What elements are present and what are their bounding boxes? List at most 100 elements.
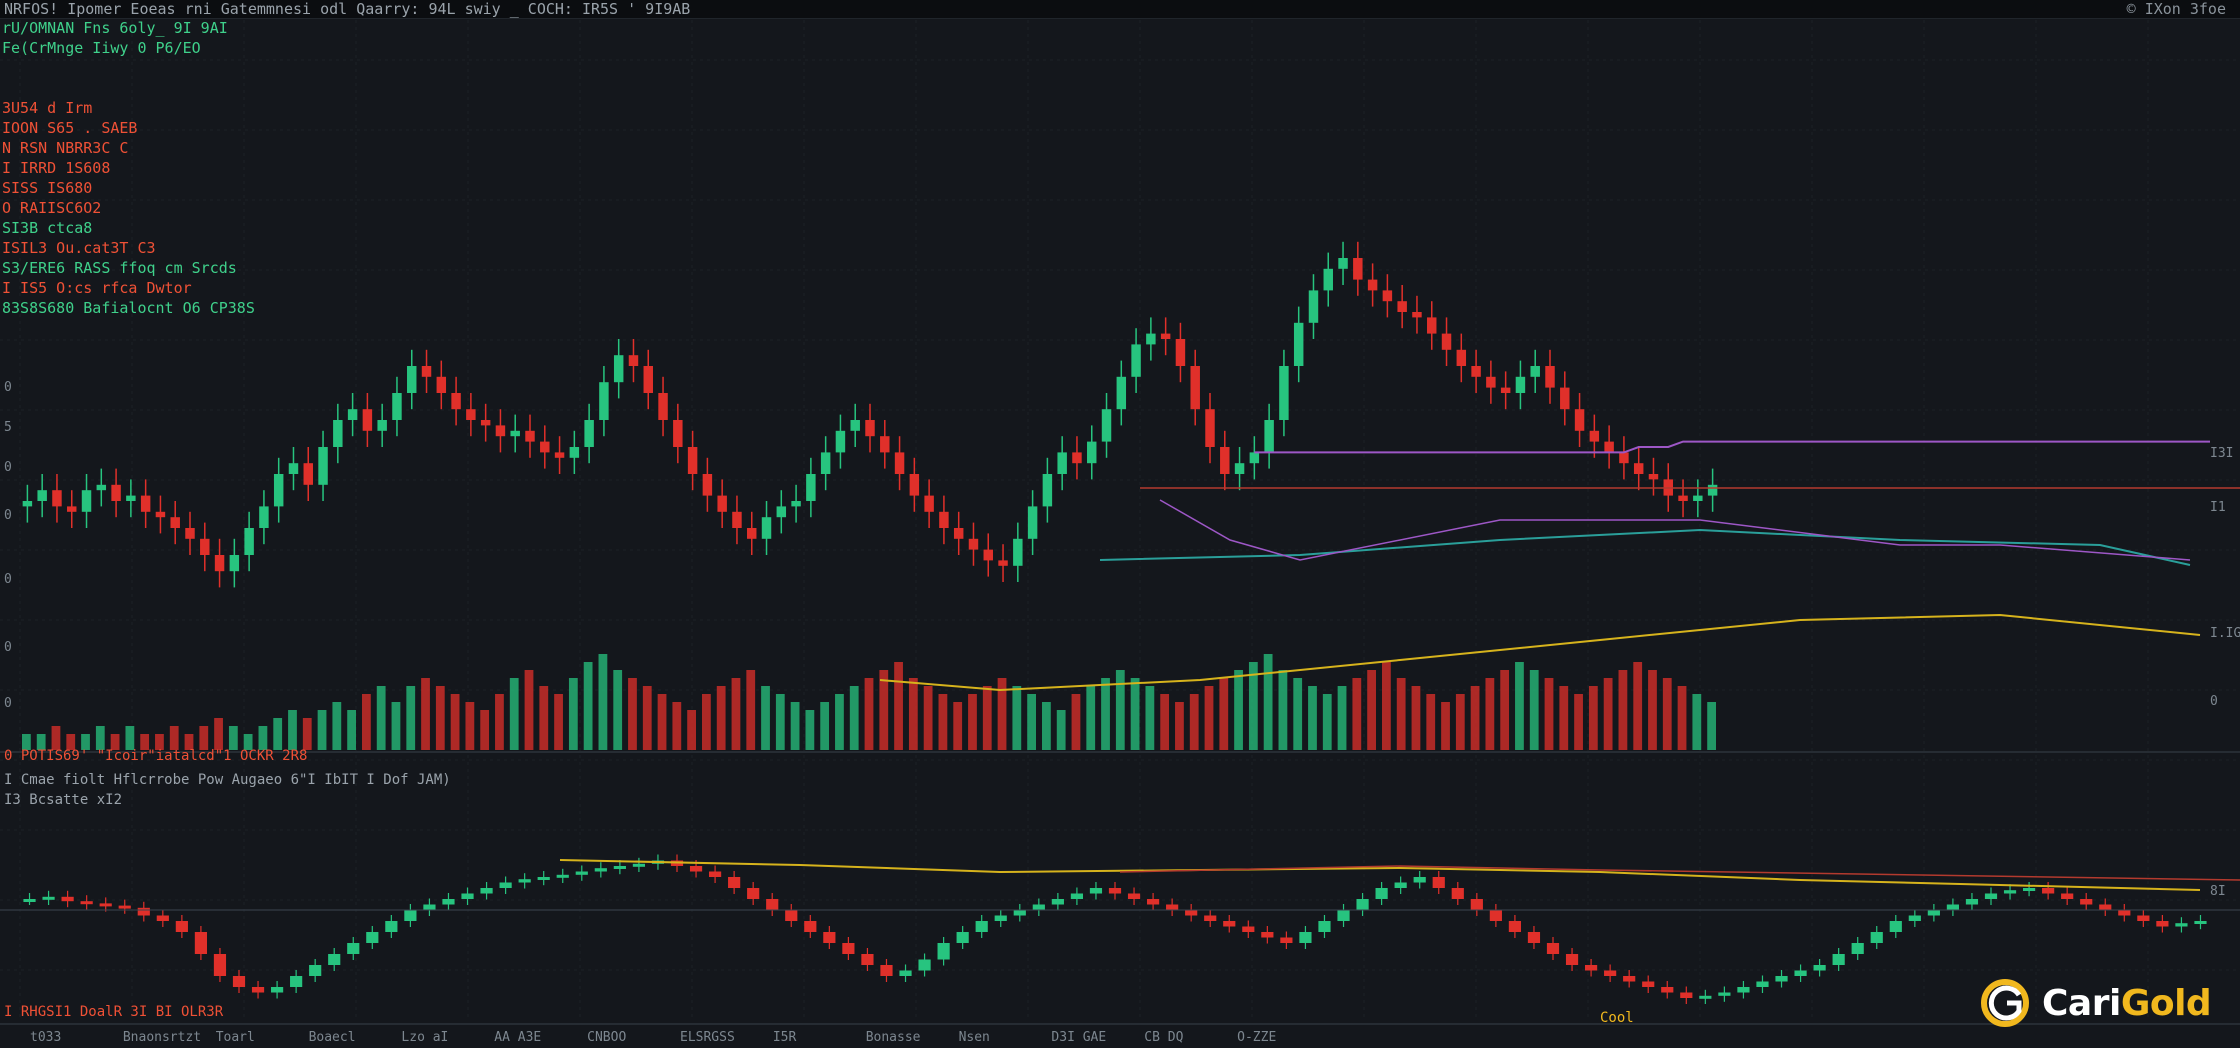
candle-body (761, 517, 772, 539)
oscillator-bar (461, 893, 474, 899)
moving-average-line (1254, 440, 2210, 454)
candle-body (259, 506, 269, 528)
candle-body (1648, 474, 1659, 480)
candle-body (1279, 366, 1289, 420)
right-axis-tick: I1 (2210, 500, 2226, 515)
oscillator-bar (251, 987, 265, 993)
volume-bar (1160, 694, 1170, 750)
oscillator-bar (423, 904, 436, 910)
candle-body (909, 474, 920, 496)
candle-body (81, 490, 92, 512)
candle-body (407, 366, 417, 393)
oscillator-bar (1508, 921, 1522, 932)
time-axis-tick: t033 (30, 1030, 62, 1045)
candle-body (37, 490, 47, 501)
volume-bar (465, 702, 475, 750)
candle-body (52, 490, 62, 507)
volume-bar (1426, 694, 1436, 750)
oscillator-bar (1108, 888, 1122, 894)
volume-bar (509, 678, 519, 750)
volume-bar (1071, 694, 1081, 750)
oscillator-bar (1166, 904, 1179, 910)
oscillator-bar (309, 965, 322, 976)
oscillator-bar (2175, 923, 2188, 927)
oscillator-bar (385, 921, 398, 932)
oscillator-bar (1356, 899, 1369, 910)
indicator-legend: rU/OMNAN Fns 6oly_ 9I 9AI Fe(CrMnge Iiwy … (2, 18, 255, 318)
volume-bar (1012, 686, 1022, 750)
candle-body (333, 420, 343, 447)
volume-bar (775, 694, 785, 750)
volume-bar (1574, 694, 1583, 750)
oscillator-bar (1737, 987, 1750, 993)
oscillator-bar (1984, 893, 1998, 899)
carigold-logo-text: CariGold (2042, 982, 2212, 1024)
legend-row: rU/OMNAN Fns 6oly_ 9I 9AI (2, 19, 228, 37)
volume-bar (820, 702, 830, 750)
right-axis-tick: 0 (2210, 694, 2218, 709)
candle-body (1545, 366, 1555, 388)
volume-bar (1485, 678, 1495, 750)
oscillator-bar (689, 866, 703, 872)
volume-bar (1662, 678, 1672, 750)
volume-bar (1308, 686, 1317, 750)
chart-canvas[interactable] (0, 0, 2240, 1048)
oscillator-bar (1451, 888, 1464, 899)
volume-bar (1382, 662, 1391, 750)
oscillator-bar (1889, 921, 1902, 932)
candle-body (362, 409, 373, 431)
candle-body (540, 441, 550, 453)
logo-word-cari: Cari (2042, 982, 2121, 1024)
candle-body (1500, 387, 1511, 393)
candle-body (244, 528, 254, 555)
oscillator-bar (328, 954, 341, 965)
candle-body (1087, 441, 1097, 464)
left-axis-tick: 0 (4, 380, 12, 395)
candle-body (865, 420, 875, 437)
oscillator-bar (213, 954, 227, 976)
legend-row: 3U54 d Irm (2, 99, 93, 117)
candle-body (1027, 506, 1038, 539)
candle-body (1293, 322, 1304, 366)
oscillator-bar (1261, 932, 1274, 938)
oscillator-bar (1299, 932, 1312, 943)
oscillator-bar (2003, 890, 2017, 894)
legend-row: SISS IS680 (2, 179, 93, 197)
oscillator-bar (1565, 954, 1579, 965)
left-axis-tick: 0 (4, 460, 12, 475)
volume-bar (1411, 686, 1421, 750)
volume-bar (1618, 670, 1628, 750)
volume-bar (923, 686, 933, 750)
overlay-line-yellow (879, 613, 2201, 692)
oscillator-bar (1718, 992, 1731, 996)
right-axis-tick: 8I (2210, 884, 2226, 899)
candle-body (599, 382, 609, 420)
volume-bar (1115, 670, 1125, 750)
oscillator-bar (270, 987, 284, 993)
candle-body (1116, 376, 1127, 410)
volume-bar (835, 694, 844, 750)
right-axis-tick: I.IG (2210, 626, 2240, 641)
legend-row: S3/ERE6 RASS ffoq cm Srcds (2, 259, 237, 277)
right-axis-tick: I3I (2210, 446, 2234, 461)
candle-body (67, 506, 77, 512)
oscillator-bar (1051, 899, 1064, 905)
time-axis-tick: O-ZZE (1237, 1030, 1277, 1045)
oscillator-bar (1946, 904, 1960, 910)
volume-bar (953, 702, 963, 750)
candle-body (1589, 430, 1600, 442)
volume-bar (1234, 670, 1243, 750)
oscillator-bar (1470, 899, 1483, 910)
candle-body (1604, 441, 1614, 453)
volume-bar (1633, 662, 1643, 750)
volume-bar (598, 654, 608, 750)
oscillator-bar (1927, 910, 1940, 916)
candle-body (791, 501, 801, 507)
candle-body (1072, 452, 1082, 464)
time-axis-tick: D3I GAE (1051, 1030, 1107, 1045)
volume-bar (51, 726, 61, 750)
volume-bar (421, 678, 430, 750)
volume-bar (435, 686, 445, 750)
oscillator-bar (1642, 981, 1655, 987)
oscillator-bar (42, 896, 55, 900)
